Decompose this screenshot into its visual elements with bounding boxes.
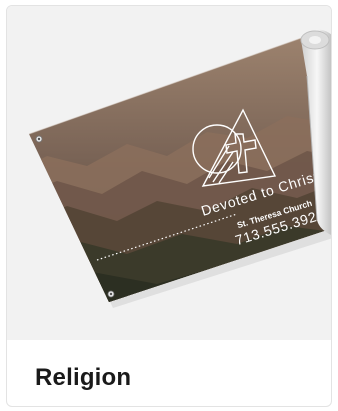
banner-product-image[interactable]: Devoted to Christ St. Theresa Church 713…	[7, 6, 331, 340]
category-card-religion[interactable]: Devoted to Christ St. Theresa Church 713…	[6, 5, 332, 407]
grommet-icon	[35, 135, 43, 143]
vinyl-banner-illustration: Devoted to Christ St. Theresa Church 713…	[28, 29, 331, 308]
grommet-icon	[107, 290, 115, 298]
category-title[interactable]: Religion	[35, 364, 131, 392]
